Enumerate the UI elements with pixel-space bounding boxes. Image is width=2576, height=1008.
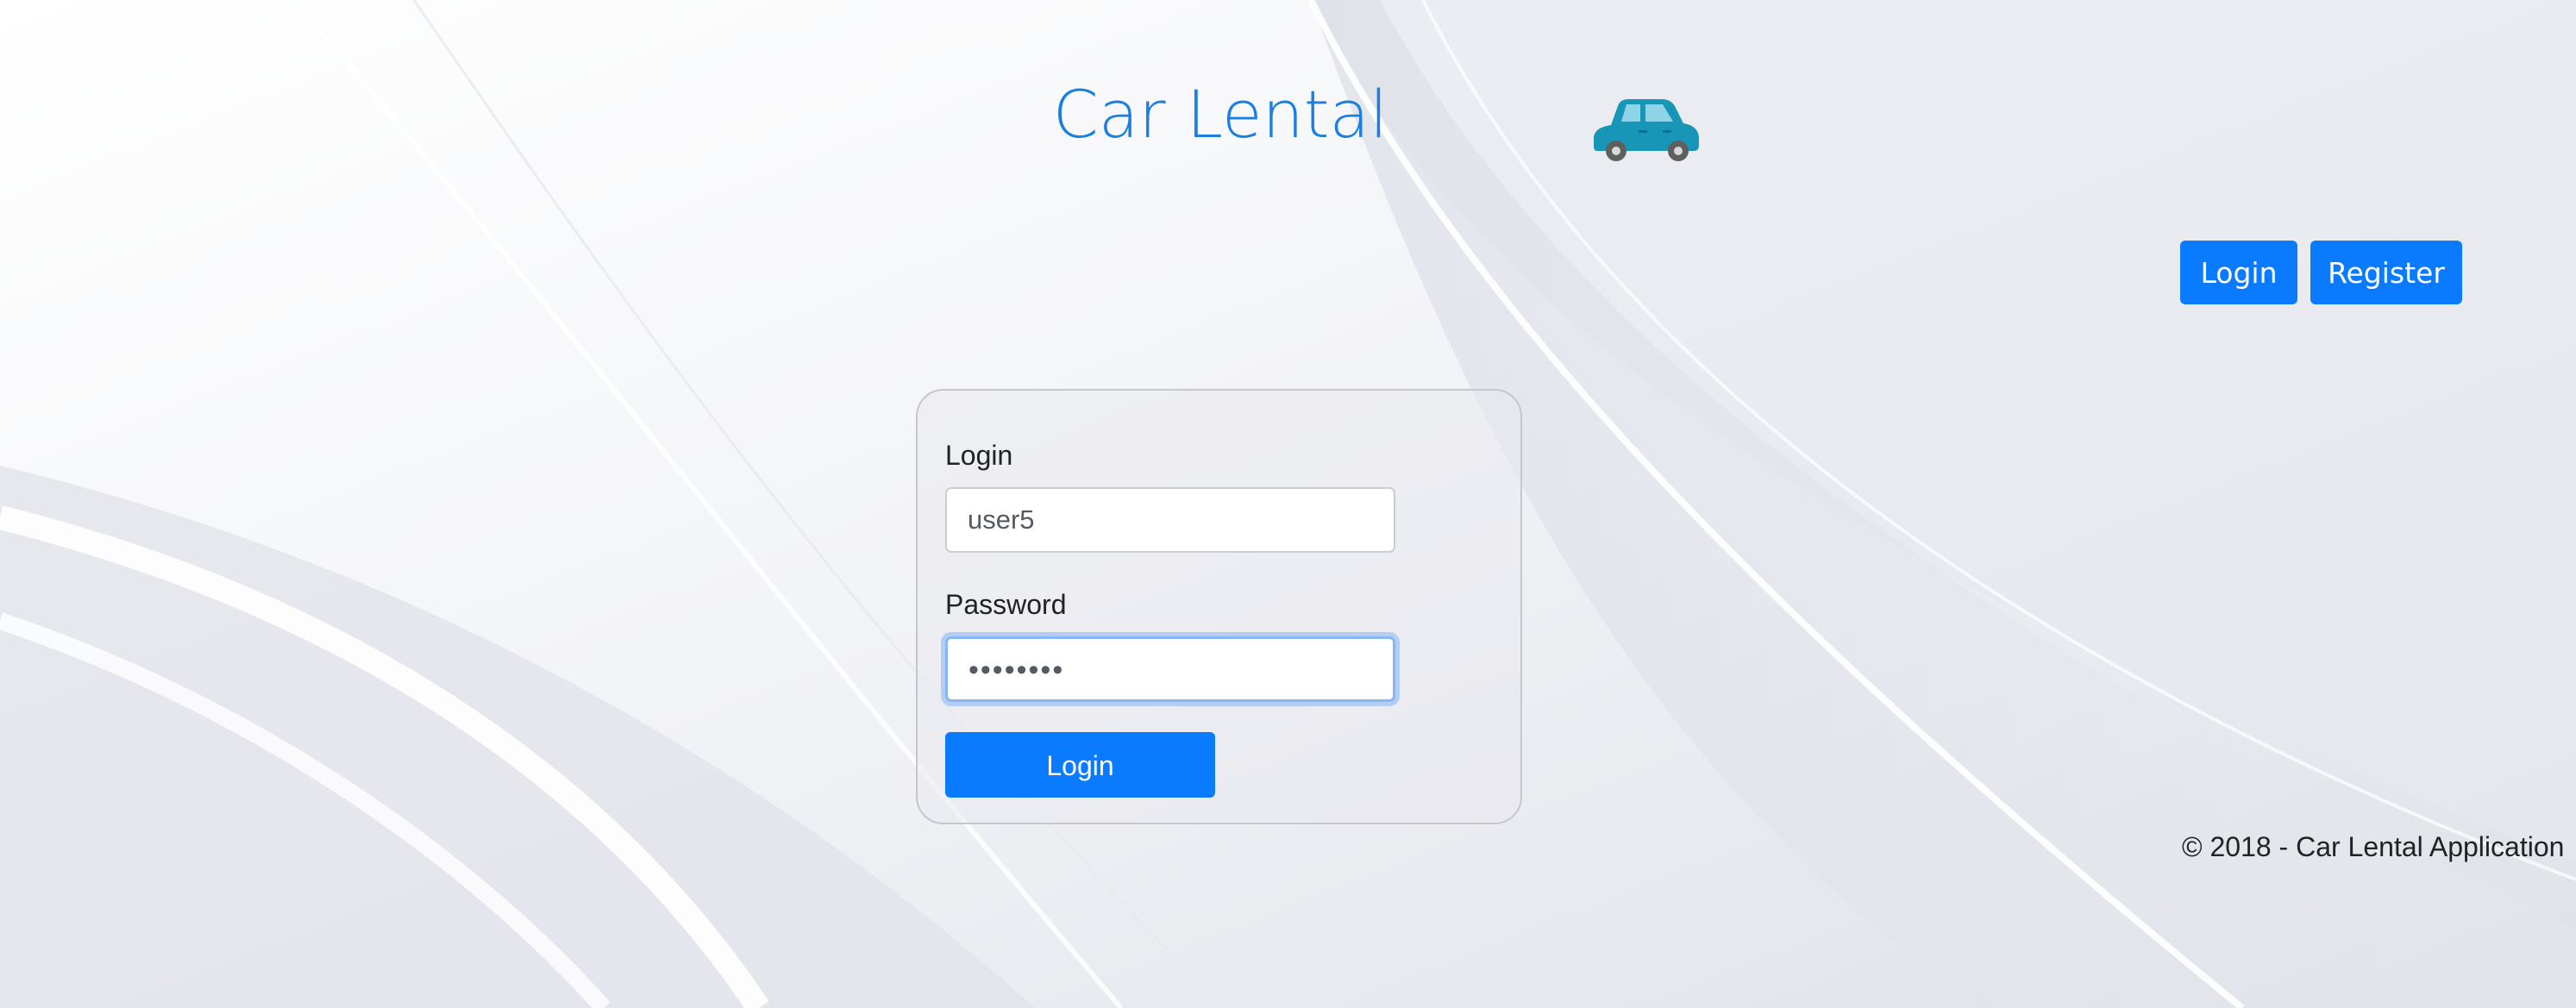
login-submit-button[interactable]: Login	[945, 732, 1215, 798]
nav-login-button[interactable]: Login	[2180, 241, 2297, 304]
password-field-label: Password	[945, 589, 1067, 620]
site-title: Car Lental	[1052, 76, 1388, 153]
password-input[interactable]: ••••••••	[945, 636, 1395, 702]
login-input[interactable]	[945, 487, 1395, 553]
login-field-label: Login	[945, 440, 1013, 471]
car-icon	[1594, 99, 1699, 161]
nav-register-button[interactable]: Register	[2310, 241, 2462, 304]
footer-copyright: © 2018 - Car Lental Application	[2182, 831, 2565, 862]
login-card: Login Password •••••••• Login	[916, 389, 1522, 824]
